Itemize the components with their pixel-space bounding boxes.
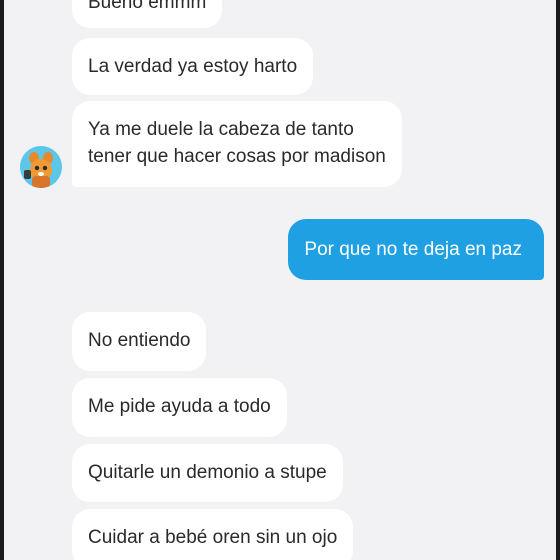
frame-edge-right xyxy=(556,0,560,560)
message-text: La verdad ya estoy harto xyxy=(88,56,298,77)
message-text: Quitarle un demonio a stupe xyxy=(88,462,327,483)
message-text: Por que no te deja en paz xyxy=(304,239,522,260)
message-incoming[interactable]: Cuidar a bebé oren sin un ojo xyxy=(72,509,354,560)
message-text-line: Ya me duele la cabeza de tanto xyxy=(88,119,354,140)
message-incoming[interactable]: Quitarle un demonio a stupe xyxy=(72,444,343,502)
contact-avatar[interactable] xyxy=(20,146,62,188)
message-text: No entiendo xyxy=(88,330,191,351)
chat-thread: Bueno emmm La verdad ya estoy harto Ya m… xyxy=(0,0,560,560)
message-text: Me pide ayuda a todo xyxy=(88,396,271,417)
frame-edge-left xyxy=(0,0,4,560)
message-incoming[interactable]: La verdad ya estoy harto xyxy=(72,38,314,95)
message-incoming[interactable]: No entiendo xyxy=(72,312,207,371)
message-incoming[interactable]: Me pide ayuda a todo xyxy=(72,378,287,437)
message-text: Cuidar a bebé oren sin un ojo xyxy=(88,527,338,548)
message-incoming[interactable]: Ya me duele la cabeza de tanto tener que… xyxy=(72,101,402,187)
message-incoming[interactable]: Bueno emmm xyxy=(72,0,223,28)
message-outgoing[interactable]: Por que no te deja en paz xyxy=(288,219,544,280)
message-text: Bueno emmm xyxy=(88,0,207,13)
message-text-line: tener que hacer cosas por madison xyxy=(88,146,386,167)
cartoon-character-avatar-icon xyxy=(20,146,62,188)
